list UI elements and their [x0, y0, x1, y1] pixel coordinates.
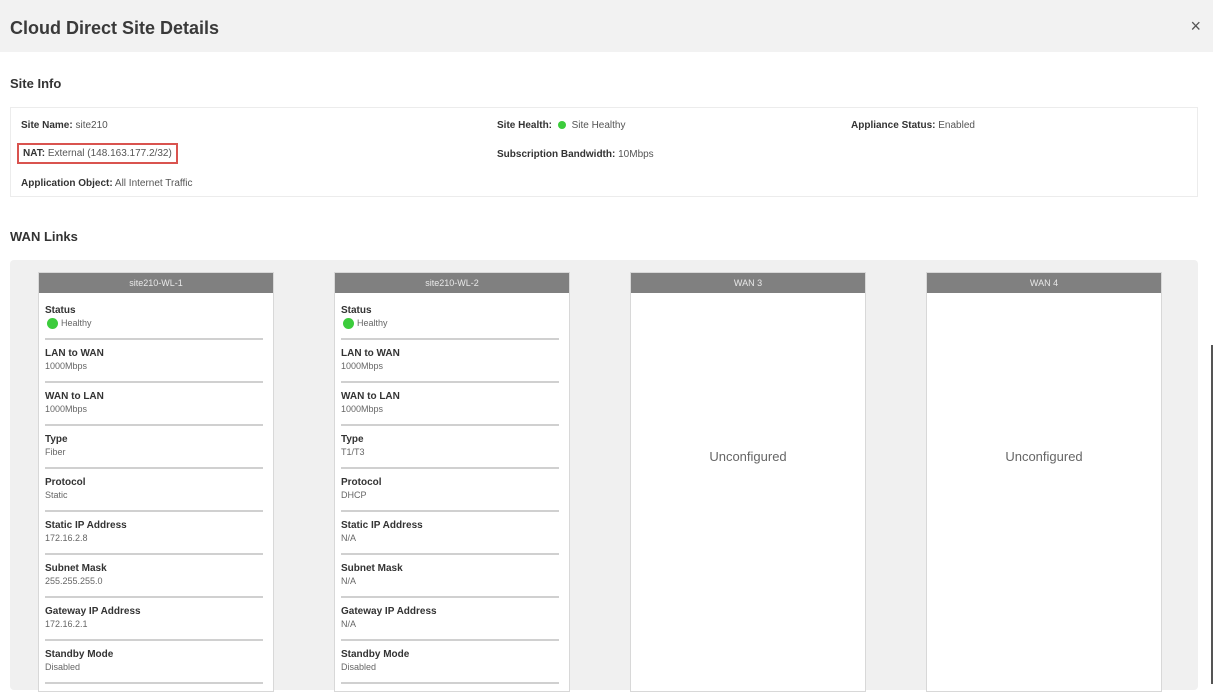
subnet-mask-label: Subnet Mask	[341, 563, 403, 574]
close-icon[interactable]: ×	[1190, 17, 1201, 35]
modal-header: Cloud Direct Site Details ×	[0, 0, 1213, 52]
static-ip-row: Static IP Address 172.16.2.8	[45, 512, 263, 555]
wan-to-lan-label: WAN to LAN	[45, 391, 104, 402]
subnet-mask-row: Subnet Mask 255.255.255.0	[45, 555, 263, 598]
static-ip-value: 172.16.2.8	[45, 533, 88, 543]
standby-mode-value: Disabled	[341, 662, 377, 672]
wan-link-name: site210-WL-1	[39, 273, 273, 293]
subnet-mask-value: N/A	[341, 576, 357, 586]
protocol-label: Protocol	[341, 477, 382, 488]
standby-mode-label: Standby Mode	[45, 649, 114, 660]
site-health-field: Site Health: Site Healthy	[497, 120, 626, 131]
appliance-status-field: Appliance Status: Enabled	[851, 120, 975, 131]
wan-to-lan-value: 1000Mbps	[341, 404, 384, 414]
healthy-status-icon	[343, 318, 354, 330]
type-label: Type	[45, 434, 68, 445]
type-row: Type Fiber	[45, 426, 263, 469]
wan-link-card: site210-WL-1 Status Healthy LAN to WAN 1…	[38, 272, 274, 692]
unconfigured-label: Unconfigured	[1005, 449, 1083, 464]
nat-label: NAT:	[23, 148, 46, 159]
protocol-value: DHCP	[341, 490, 367, 500]
modal-title: Cloud Direct Site Details	[10, 18, 220, 38]
site-info-panel: Site Name: site210 Site Health: Site Hea…	[10, 107, 1198, 197]
type-value: T1/T3	[341, 447, 365, 457]
healthy-status-icon	[557, 120, 566, 129]
wan-to-lan-value: 1000Mbps	[45, 404, 88, 414]
site-health-value: Site Healthy	[571, 120, 626, 131]
subnet-mask-label: Subnet Mask	[45, 563, 107, 574]
status-label: Status	[341, 305, 372, 316]
appliance-status-value: Enabled	[938, 120, 975, 131]
gateway-ip-value: 172.16.2.1	[45, 619, 88, 629]
wan-link-card: site210-WL-2 Status Healthy LAN to WAN 1…	[334, 272, 570, 692]
wan-links-panel: site210-WL-1 Status Healthy LAN to WAN 1…	[10, 260, 1198, 692]
lan-to-wan-row: LAN to WAN 1000Mbps	[45, 340, 263, 383]
lan-to-wan-value: 1000Mbps	[45, 361, 88, 371]
static-ip-label: Static IP Address	[341, 520, 423, 531]
status-row: Status Healthy	[341, 297, 559, 340]
static-ip-row: Static IP Address N/A	[341, 512, 559, 555]
standby-mode-label: Standby Mode	[341, 649, 410, 660]
gateway-ip-label: Gateway IP Address	[45, 606, 141, 617]
gateway-ip-value: N/A	[341, 619, 357, 629]
standby-mode-value: Disabled	[45, 662, 81, 672]
wan-link-name: WAN 4	[927, 273, 1161, 293]
wan-to-lan-row: WAN to LAN 1000Mbps	[341, 383, 559, 426]
wan-link-name: site210-WL-2	[335, 273, 569, 293]
wan-link-name: WAN 3	[631, 273, 865, 293]
gateway-ip-row: Gateway IP Address 172.16.2.1	[45, 598, 263, 641]
type-row: Type T1/T3	[341, 426, 559, 469]
unconfigured-label: Unconfigured	[709, 449, 787, 464]
application-object-field: Application Object: All Internet Traffic	[21, 178, 193, 189]
subscription-bandwidth-value: 10Mbps	[618, 149, 654, 160]
protocol-value: Static	[45, 490, 68, 500]
wan-links-heading: WAN Links	[10, 229, 78, 244]
site-health-label: Site Health:	[497, 120, 553, 131]
type-value: Fiber	[45, 447, 66, 457]
static-ip-label: Static IP Address	[45, 520, 127, 531]
wan-link-card: WAN 3 Unconfigured	[630, 272, 866, 692]
lan-to-wan-label: LAN to WAN	[45, 348, 104, 359]
protocol-label: Protocol	[45, 477, 86, 488]
status-label: Status	[45, 305, 76, 316]
standby-mode-row: Standby Mode Disabled	[341, 641, 559, 684]
nat-value: External (148.163.177.2/32)	[47, 148, 172, 159]
site-name-label: Site Name:	[21, 120, 73, 131]
gateway-ip-label: Gateway IP Address	[341, 606, 437, 617]
protocol-row: Protocol DHCP	[341, 469, 559, 512]
type-label: Type	[341, 434, 364, 445]
wan-to-lan-row: WAN to LAN 1000Mbps	[45, 383, 263, 426]
wan-to-lan-label: WAN to LAN	[341, 391, 400, 402]
static-ip-value: N/A	[341, 533, 357, 543]
status-row: Status Healthy	[45, 297, 263, 340]
site-info-heading: Site Info	[10, 76, 62, 91]
application-object-label: Application Object:	[21, 178, 113, 189]
appliance-status-label: Appliance Status:	[851, 120, 936, 131]
lan-to-wan-label: LAN to WAN	[341, 348, 400, 359]
gateway-ip-row: Gateway IP Address N/A	[341, 598, 559, 641]
subnet-mask-row: Subnet Mask N/A	[341, 555, 559, 598]
protocol-row: Protocol Static	[45, 469, 263, 512]
status-value: Healthy	[357, 318, 388, 328]
subscription-bandwidth-label: Subscription Bandwidth:	[497, 149, 616, 160]
subnet-mask-value: 255.255.255.0	[45, 576, 103, 586]
standby-mode-row: Standby Mode Disabled	[45, 641, 263, 684]
wan-link-card: WAN 4 Unconfigured	[926, 272, 1162, 692]
nat-field: NAT: External (148.163.177.2/32)	[17, 143, 178, 164]
lan-to-wan-row: LAN to WAN 1000Mbps	[341, 340, 559, 383]
application-object-value: All Internet Traffic	[114, 178, 193, 189]
status-value: Healthy	[61, 318, 92, 328]
site-name-value: site210	[75, 120, 108, 131]
site-name-field: Site Name: site210	[21, 120, 108, 131]
subscription-bandwidth-field: Subscription Bandwidth: 10Mbps	[497, 149, 654, 160]
healthy-status-icon	[47, 318, 58, 330]
lan-to-wan-value: 1000Mbps	[341, 361, 384, 371]
